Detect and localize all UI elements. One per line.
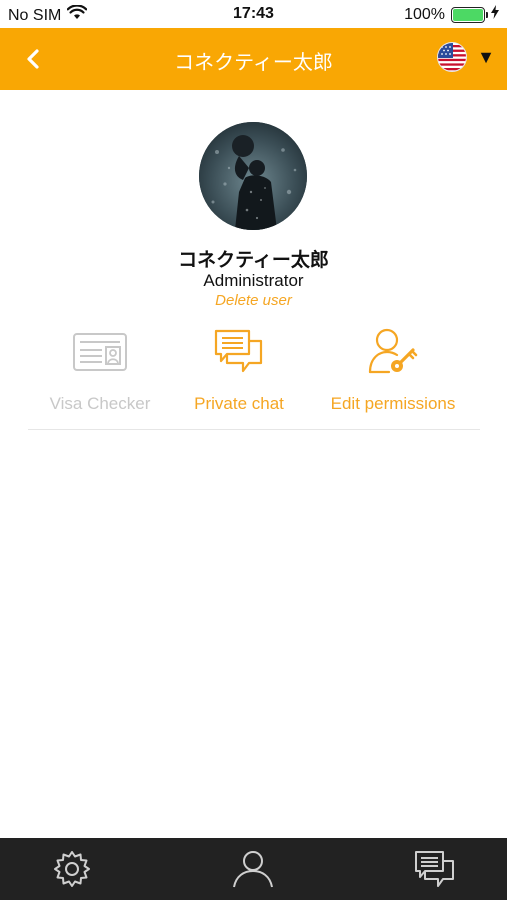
status-right: 100% bbox=[404, 5, 499, 24]
avatar bbox=[199, 122, 307, 230]
us-flag-icon bbox=[437, 42, 468, 72]
chat-bubbles-icon bbox=[214, 329, 263, 373]
id-card-icon bbox=[73, 333, 127, 371]
action-row: Visa Checker Private chat Edit permissio… bbox=[28, 322, 480, 430]
tab-bar bbox=[0, 838, 507, 900]
user-icon bbox=[233, 851, 273, 888]
tab-messages[interactable] bbox=[411, 846, 459, 892]
chat-bubbles-icon bbox=[415, 851, 454, 887]
charging-bolt-icon bbox=[491, 5, 499, 24]
nav-bar: コネクティー太郎 ▼ bbox=[0, 28, 507, 90]
status-bar: No SIM 17:43 100% bbox=[0, 0, 507, 28]
edit-permissions-label: Edit permissions bbox=[330, 394, 456, 413]
visa-checker-button[interactable]: Visa Checker bbox=[25, 322, 175, 414]
tab-profile[interactable] bbox=[229, 846, 277, 892]
user-key-icon bbox=[368, 328, 418, 374]
delete-user-link[interactable]: Delete user bbox=[0, 292, 507, 309]
user-name: コネクティー太郎 bbox=[178, 250, 329, 271]
private-chat-label: Private chat bbox=[194, 394, 284, 413]
nav-title: コネクティー太郎 bbox=[174, 52, 333, 74]
edit-permissions-button[interactable]: Edit permissions bbox=[318, 322, 468, 414]
visa-checker-label: Visa Checker bbox=[49, 394, 151, 413]
language-selector[interactable]: ▼ bbox=[437, 42, 495, 72]
private-chat-button[interactable]: Private chat bbox=[164, 322, 314, 414]
battery-icon bbox=[451, 6, 488, 23]
user-role: Administrator bbox=[203, 271, 304, 290]
battery-fill bbox=[453, 8, 483, 21]
chevron-down-icon: ▼ bbox=[477, 46, 495, 67]
gear-icon bbox=[54, 851, 90, 887]
battery-percent: 100% bbox=[404, 5, 445, 23]
tab-settings[interactable] bbox=[48, 846, 96, 892]
